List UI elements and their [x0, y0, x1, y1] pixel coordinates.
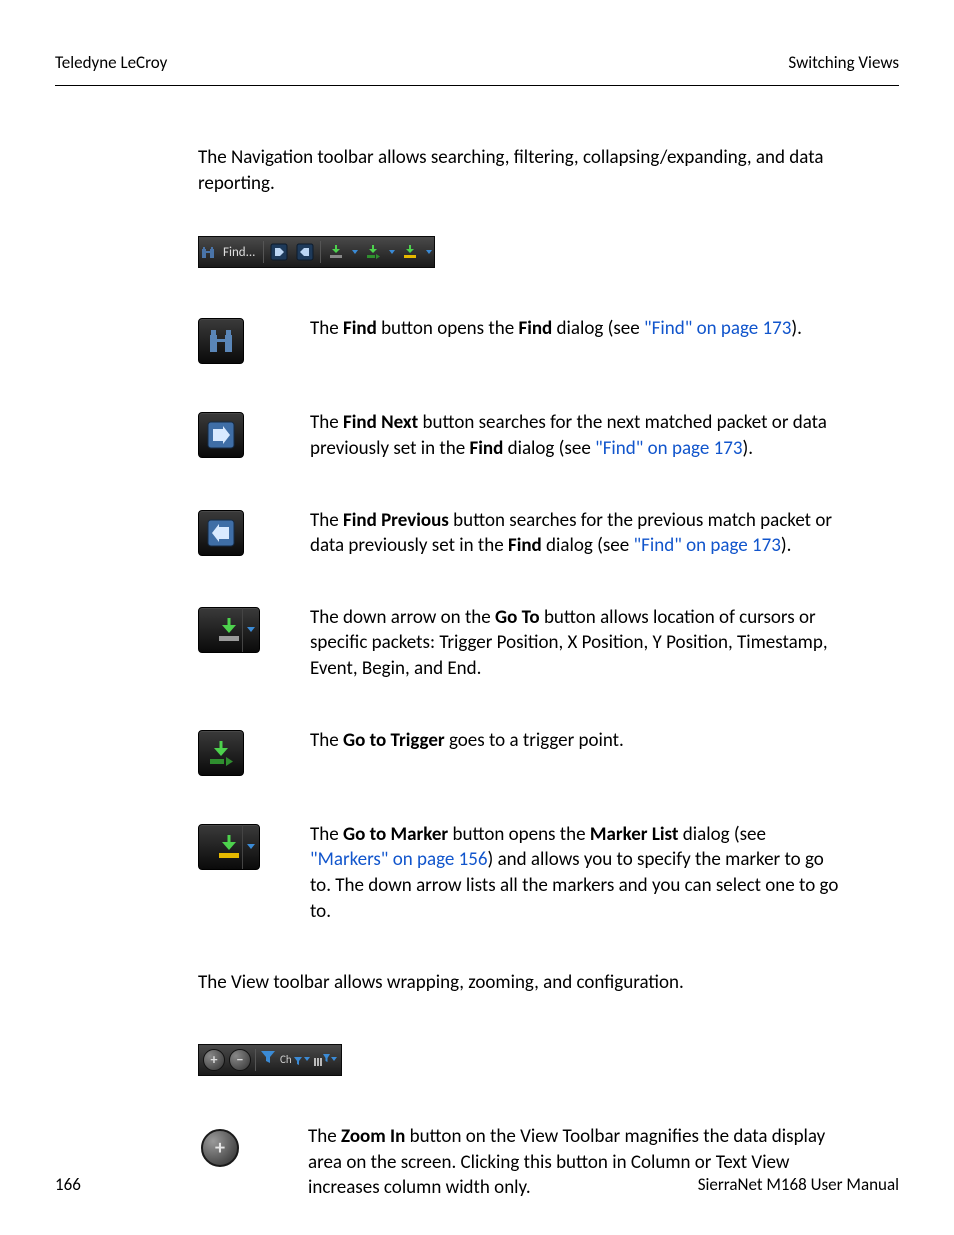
- channel-config-icon: Ch: [280, 1053, 310, 1066]
- view-toolbar-intro: The View toolbar allows wrapping, zoomin…: [198, 970, 846, 996]
- goto-description: The down arrow on the Go To button allow…: [310, 605, 846, 682]
- find-icon: [201, 245, 215, 259]
- find-button-icon: [198, 318, 244, 364]
- find-next-button-icon: [198, 412, 244, 458]
- goto-marker-button-icon: [198, 824, 260, 870]
- find-button-label: Find...: [219, 245, 259, 260]
- goto-trigger-button-icon: [198, 730, 244, 776]
- markers-link[interactable]: "Markers" on page 156: [310, 848, 488, 871]
- chevron-down-icon: [426, 250, 432, 254]
- zoom-in-icon: +: [203, 1049, 225, 1071]
- page-header: Teledyne LeCroy Switching Views: [55, 52, 899, 73]
- find-prev-icon: [294, 241, 316, 263]
- view-toolbar: + − Ch: [198, 1044, 342, 1076]
- manual-title: SierraNet M168 User Manual: [698, 1174, 899, 1195]
- chevron-down-icon: [389, 250, 395, 254]
- zoom-out-icon: −: [229, 1049, 251, 1071]
- zoom-in-button-icon: +: [198, 1126, 242, 1170]
- find-link[interactable]: "Find" on page 173: [634, 534, 781, 557]
- header-rule: [55, 85, 899, 86]
- find-description: The Find button opens the Find dialog (s…: [310, 316, 846, 342]
- goto-button-icon: [198, 607, 260, 653]
- find-next-description: The Find Next button searches for the ne…: [310, 410, 846, 461]
- chevron-down-icon: [242, 825, 259, 869]
- find-next-icon: [268, 241, 290, 263]
- goto-trigger-description: The Go to Trigger goes to a trigger poin…: [310, 728, 846, 754]
- header-left: Teledyne LeCroy: [55, 52, 167, 73]
- find-previous-button-icon: [198, 510, 244, 556]
- nav-toolbar-intro: The Navigation toolbar allows searching,…: [198, 145, 846, 196]
- goto-icon: [325, 241, 347, 263]
- filter-icon: [260, 1048, 276, 1071]
- find-link[interactable]: "Find" on page 173: [595, 437, 742, 460]
- chevron-down-icon: [242, 608, 259, 652]
- find-previous-description: The Find Previous button searches for th…: [310, 508, 846, 559]
- page-number: 166: [55, 1174, 81, 1195]
- page-footer: 166 SierraNet M168 User Manual: [55, 1174, 899, 1195]
- goto-marker-icon: [399, 241, 421, 263]
- chevron-down-icon: [352, 250, 358, 254]
- column-config-icon: [314, 1054, 337, 1066]
- navigation-toolbar: Find...: [198, 236, 435, 268]
- goto-trigger-icon: [362, 241, 384, 263]
- find-link[interactable]: "Find" on page 173: [644, 317, 791, 340]
- goto-marker-description: The Go to Marker button opens the Marker…: [310, 822, 846, 925]
- header-right: Switching Views: [788, 52, 899, 73]
